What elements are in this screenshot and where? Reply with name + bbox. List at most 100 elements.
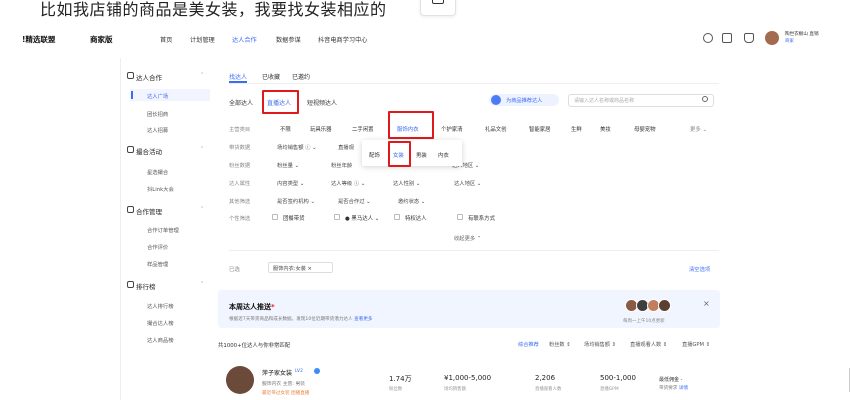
viewers-value: 2,206 [535,374,556,382]
area-select[interactable]: 达人地区 ⌄ [454,179,481,187]
agency-select[interactable]: 是否签约机构 ⌄ [277,197,315,205]
tab-find-talent[interactable]: 找达人 [229,72,247,81]
nav-plan[interactable]: 计划管理 [190,35,215,44]
sidebar-item-rank-match[interactable]: 撮合达人榜 [147,319,174,327]
dropdown-item-women[interactable]: 女装 [393,151,404,159]
sidebar-active-bg [130,89,210,101]
checkbox[interactable] [394,214,400,220]
tab-invited[interactable]: 已邀约 [292,72,310,81]
scrollbar[interactable] [849,368,850,392]
search-icon[interactable] [702,96,708,102]
chat-bubble-icon[interactable] [420,0,456,16]
more-categories-link[interactable]: 更多 ⌄ [690,125,707,133]
sidebar-item-rank-talent[interactable]: 达人排行榜 [147,302,174,310]
check-label[interactable]: 特权达人 [405,214,427,222]
filter-label-sales: 带货数据 [229,145,251,151]
clear-filters-link[interactable]: 清空选项 [689,265,710,273]
category-option[interactable]: 智能家居 [529,125,551,133]
cooperated-select[interactable]: 是否合作过 ⌄ [338,197,371,205]
sidebar-item-talent-plaza[interactable]: 达人广场 [147,92,168,100]
sidebar-item-recruit[interactable]: 达人招募 [147,126,168,134]
sidebar-section-rank[interactable]: 排行榜 [127,281,156,291]
category-option[interactable]: 玩具乐器 [310,125,332,133]
check-label[interactable]: 团餐带货 [283,214,305,222]
sidebar-section-talent[interactable]: 达人合作 [127,72,162,82]
message-icon[interactable] [722,33,732,43]
sort-recommend[interactable]: 综合推荐 [518,341,539,348]
nav-data[interactable]: 数据参谋 [276,35,301,44]
gender-select[interactable]: 达人性别 ⌄ [393,179,420,187]
category-option[interactable]: 生鲜 [571,125,582,133]
sidebar-item-review[interactable]: 合作评价 [147,243,168,251]
level-select[interactable]: 达人等级 ⓘ ⌄ [331,179,365,187]
subtab-video[interactable]: 短视频达人 [307,98,337,107]
sort-fans[interactable]: 粉丝数 ⇕ [549,341,571,348]
banner-more-link[interactable]: 查看更多 [354,317,372,322]
sidebar-item-leader[interactable]: 团长招商 [147,110,168,118]
talent-name[interactable]: 萍子家女装 [262,368,292,377]
viewer-select[interactable]: 直播观 [338,143,354,151]
caption-text: 比如我店铺的商品是美女装，我要找女装相应的 [40,0,387,19]
talent-tags: 最近带过女装 团播直播 [262,391,310,396]
invite-status-select[interactable]: 邀约状态 ⌄ [398,197,425,205]
tab-favorites[interactable]: 已收藏 [262,72,280,81]
subtab-all[interactable]: 全部达人 [229,98,253,107]
gpm-value: 500-1,000 [600,374,636,382]
sidebar-item-orders[interactable]: 合作订单管理 [147,226,179,234]
banner-update-note: 每周一上午10点更新 [623,319,665,324]
subtab-live[interactable]: 直播达人 [267,98,291,107]
category-option[interactable]: 个护家清 [441,125,463,133]
nav-talent[interactable]: 达人合作 [232,35,257,44]
checkbox[interactable] [334,214,340,220]
category-option[interactable]: 美妆 [600,125,611,133]
check-label[interactable]: 有联系方式 [468,214,495,222]
divider [229,83,719,84]
sort-viewers[interactable]: 直播观看人数 ⇕ [630,341,667,348]
content-type-select[interactable]: 内容类型 ⌄ [277,179,304,187]
sidebar-section-coop[interactable]: 合作管理 [127,206,162,216]
sidebar-item-match[interactable]: 星选撮合 [147,168,168,176]
sort-gpm[interactable]: 直播GPM ⇕ [682,341,710,348]
chevron-up-icon[interactable]: ⌃ [200,206,204,212]
dropdown-item[interactable]: 配饰 [369,151,380,159]
dropdown-item[interactable]: 男装 [416,151,427,159]
bell-icon[interactable] [744,33,754,43]
chevron-up-icon[interactable]: ⌃ [200,72,204,78]
dropdown-item[interactable]: 内衣 [438,151,449,159]
sales-caption: 场均销售额 [444,387,466,392]
banner-subtitle: 根据近7天带货商品和成长数据，发现10位近期带货潜力达人 查看更多 [229,317,373,322]
detail-link[interactable]: 详情 [679,386,688,391]
sort-sales[interactable]: 场均销售额 ⇕ [584,341,616,348]
talent-avatar[interactable] [226,366,254,394]
category-option[interactable]: 二手闲置 [352,125,374,133]
user-avatar[interactable] [765,31,779,45]
nav-home[interactable]: 首页 [160,35,172,44]
sidebar-item-samples[interactable]: 样品管理 [147,260,168,268]
viewers-caption: 直播观看人数 [535,387,562,392]
nav-learning[interactable]: 抖音电商学习中心 [318,35,368,44]
category-option[interactable]: 礼品文创 [485,125,507,133]
promo-label[interactable]: 为商品推荐达人 [506,97,542,104]
category-option[interactable]: 母婴宠物 [634,125,656,133]
fans-select[interactable]: 粉丝量 ⌄ [277,161,299,169]
checkbox[interactable] [457,214,463,220]
requirement: 带货要求 详情 [659,386,689,391]
collapse-link[interactable]: 收起更多 ⌃ [454,234,481,242]
sidebar-section-activity[interactable]: 撮合活动 [127,146,162,156]
category-option[interactable]: 不限 [280,125,291,133]
avatar[interactable] [658,299,671,312]
sidebar-item-link[interactable]: 抖Link大会 [147,185,174,193]
check-label[interactable]: ● 黑马达人 ⌄ [345,214,379,222]
settings-icon[interactable] [703,33,713,43]
chevron-up-icon[interactable]: ⌃ [200,146,204,152]
close-icon[interactable]: × [703,299,710,308]
brand-logo[interactable]: !精选联盟 [22,34,55,45]
min-commission: 最低佣金 - [659,377,683,383]
sales-select[interactable]: 场均销售额 ⓘ ⌄ [277,143,317,151]
checkbox[interactable] [272,214,278,220]
fans-age-select[interactable]: 粉丝年龄 [331,161,352,169]
sidebar-item-rank-product[interactable]: 达人商品榜 [147,336,174,344]
chevron-up-icon[interactable]: ⌃ [200,281,204,287]
user-name[interactable]: 陶世衣橱山 直销 [785,31,819,37]
category-option-apparel[interactable]: 服饰内衣 [397,125,419,133]
